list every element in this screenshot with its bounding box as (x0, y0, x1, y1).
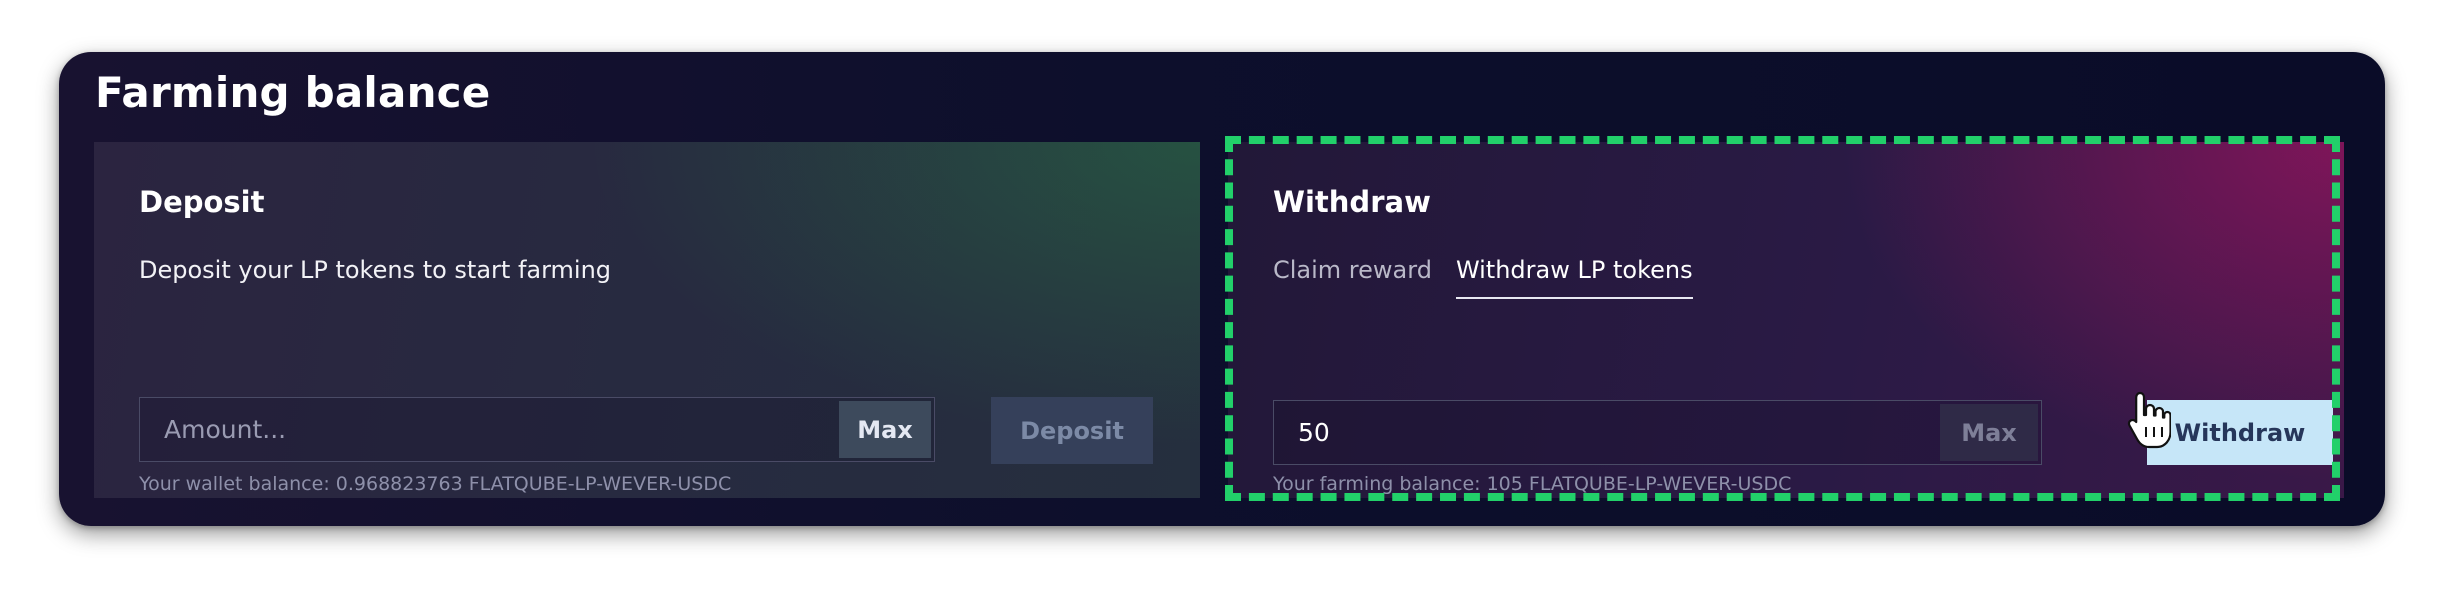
withdraw-title: Withdraw (1273, 185, 1431, 219)
wallet-balance-text: Your wallet balance: 0.968823763 FLATQUB… (139, 473, 732, 495)
deposit-description: Deposit your LP tokens to start farming (139, 256, 612, 284)
deposit-amount-field: Max (139, 397, 935, 462)
withdraw-max-button[interactable]: Max (1940, 404, 2038, 461)
hand-pointer-icon (2127, 390, 2172, 454)
deposit-title: Deposit (139, 185, 265, 219)
farming-balance-panel: Farming balance Deposit Deposit your LP … (59, 52, 2385, 526)
deposit-amount-input[interactable] (164, 398, 720, 461)
withdraw-button[interactable]: Withdraw (2147, 400, 2333, 465)
panel-title: Farming balance (95, 68, 491, 117)
withdraw-tabs: Claim reward Withdraw LP tokens (1273, 253, 1693, 299)
withdraw-amount-field: Max (1273, 400, 2042, 465)
tab-withdraw-lp-tokens[interactable]: Withdraw LP tokens (1455, 253, 1693, 299)
tab-claim-reward[interactable]: Claim reward (1273, 253, 1432, 299)
deposit-button[interactable]: Deposit (991, 397, 1153, 464)
withdraw-amount-input[interactable] (1298, 401, 1835, 464)
farming-balance-text: Your farming balance: 105 FLATQUBE-LP-WE… (1273, 473, 1792, 495)
withdraw-card: Withdraw Claim reward Withdraw LP tokens… (1228, 142, 2344, 498)
deposit-max-button[interactable]: Max (839, 401, 931, 458)
deposit-card: Deposit Deposit your LP tokens to start … (94, 142, 1200, 498)
